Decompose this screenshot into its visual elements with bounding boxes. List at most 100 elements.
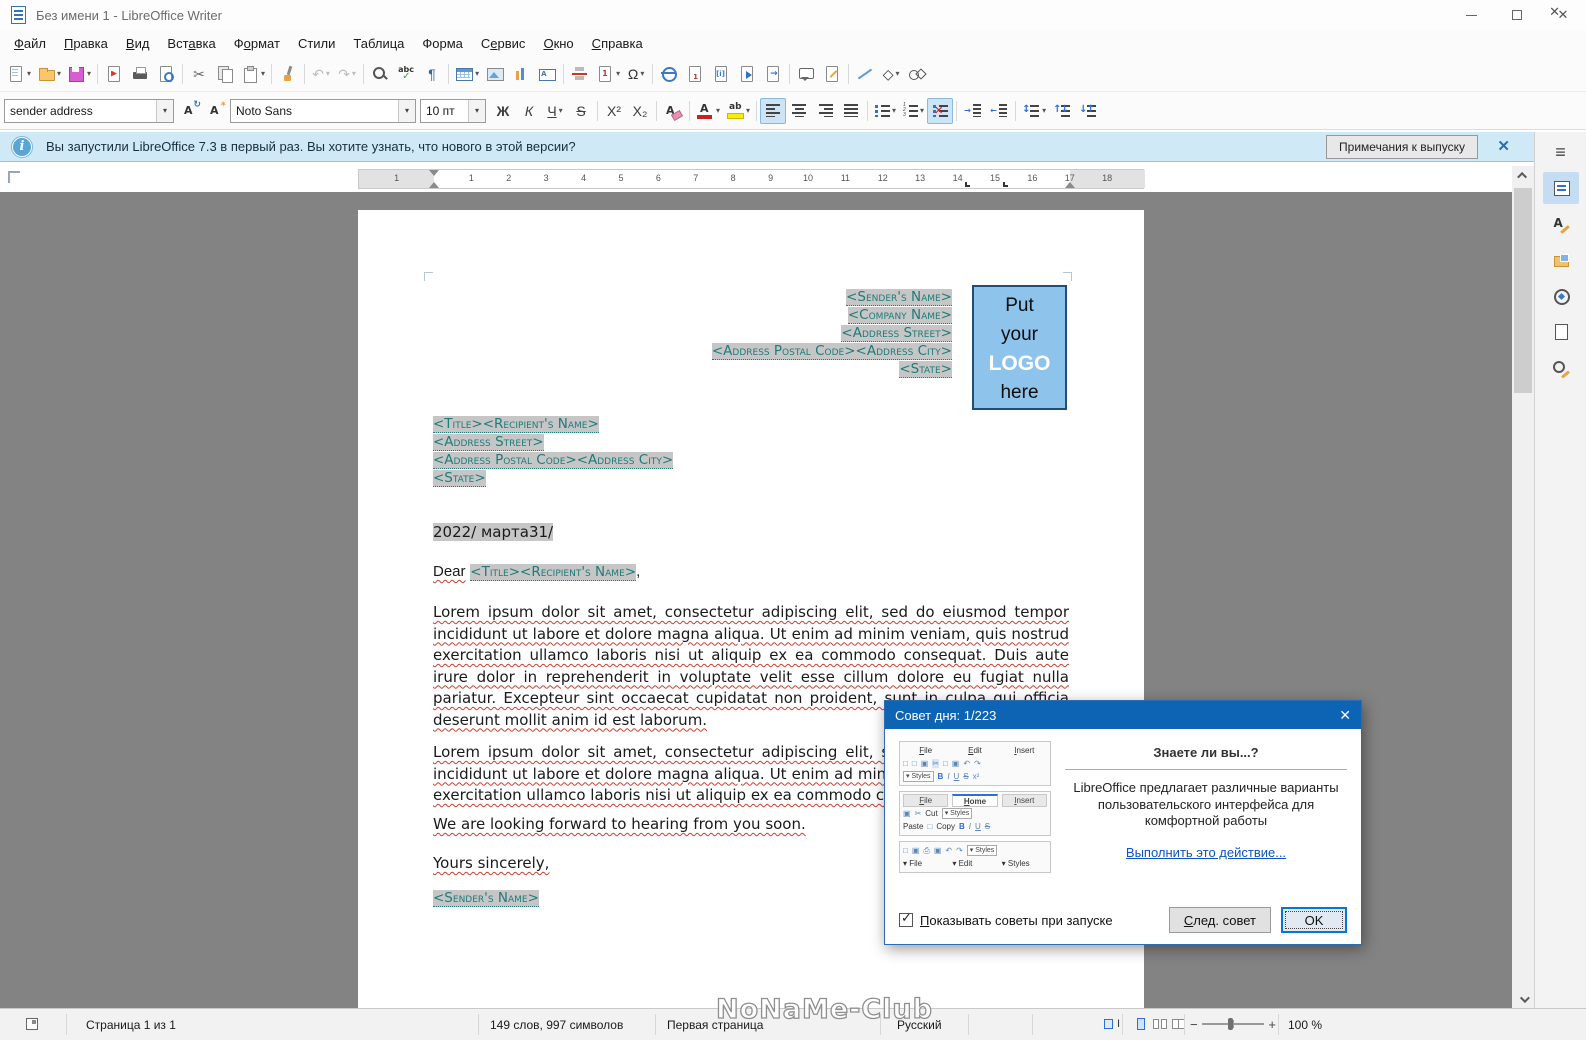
page-number-status[interactable]: Страница 1 из 1 (86, 1018, 176, 1032)
single-page-view-icon[interactable] (1133, 1017, 1149, 1032)
insert-field-button[interactable]: ▾ (593, 61, 623, 87)
update-style-button[interactable] (178, 98, 204, 124)
menu-edit[interactable]: Правка (55, 33, 117, 54)
placeholder-field[interactable]: <Title><Recipient's Name> (433, 416, 599, 433)
placeholder-field[interactable]: <Sender's Name> (846, 289, 952, 306)
clear-formatting-button[interactable] (660, 98, 686, 124)
new-document-dropdown-icon[interactable]: ▾ (27, 69, 31, 78)
zoom-level[interactable]: 100 % (1288, 1018, 1322, 1032)
placeholder-field[interactable]: <Address Postal Code><Address City> (711, 343, 952, 360)
show-tips-checkbox[interactable] (899, 911, 913, 927)
infobar-close-icon[interactable]: ✕ (1497, 137, 1510, 155)
para-space-decrease-button[interactable] (1075, 98, 1101, 124)
cut-button[interactable]: ✂ (186, 61, 212, 87)
menu-tools[interactable]: Сервис (472, 33, 535, 54)
bullet-list-dropdown-icon[interactable]: ▾ (892, 106, 896, 115)
menu-table[interactable]: Таблица (344, 33, 413, 54)
close-document-icon[interactable]: ✕ (1549, 4, 1560, 20)
indent-marker[interactable] (429, 170, 439, 176)
insert-textbox-button[interactable] (534, 61, 560, 87)
maximize-button[interactable] (1494, 0, 1540, 30)
insert-image-button[interactable] (482, 61, 508, 87)
release-notes-button[interactable]: Примечания к выпуску (1326, 135, 1478, 159)
horizontal-ruler[interactable]: 1 1 2 3 4 5 6 7 8 9 10 11 12 13 14 15 16 17 18 (358, 169, 1145, 189)
logo-placeholder[interactable]: Put your LOGO here (972, 285, 1067, 410)
selection-mode-icon[interactable] (1104, 1018, 1120, 1030)
style-dropdown-icon[interactable]: ▾ (156, 99, 173, 122)
new-document-button[interactable]: ▾ (4, 61, 34, 87)
multi-page-view-icon[interactable] (1152, 1017, 1168, 1032)
spelling-button[interactable] (393, 61, 419, 87)
sidebar-style-inspector[interactable] (1543, 352, 1579, 384)
clone-formatting-button[interactable] (275, 61, 301, 87)
line-spacing-dropdown-icon[interactable]: ▾ (1042, 106, 1046, 115)
sidebar-gallery[interactable] (1543, 244, 1579, 276)
placeholder-field[interactable]: <State> (899, 361, 952, 378)
superscript-button[interactable]: X² (601, 98, 627, 124)
scrollbar-thumb[interactable] (1514, 188, 1532, 393)
insert-bookmark-button[interactable] (734, 61, 760, 87)
menu-insert[interactable]: Вставка (158, 33, 224, 54)
menu-window[interactable]: Окно (534, 33, 582, 54)
ok-button[interactable]: OK (1281, 907, 1347, 933)
placeholder-field[interactable]: <Address Street> (841, 325, 952, 342)
special-character-dropdown-icon[interactable]: ▾ (640, 69, 644, 78)
bold-button[interactable]: Ж (490, 98, 516, 124)
save-dropdown-icon[interactable]: ▾ (87, 69, 91, 78)
sidebar-styles[interactable] (1543, 208, 1579, 240)
dialog-close-icon[interactable]: ✕ (1339, 707, 1351, 724)
salutation-line[interactable]: Dear <Title><Recipient's Name>, (433, 562, 640, 581)
dialog-title-bar[interactable]: Совет дня: 1/223 ✕ (885, 701, 1361, 729)
sidebar-sidebar-settings[interactable]: ≡ (1543, 136, 1579, 168)
insert-chart-button[interactable] (508, 61, 534, 87)
menu-view[interactable]: Вид (117, 33, 159, 54)
basic-shapes-dropdown-icon[interactable]: ▾ (895, 69, 899, 78)
sidebar-navigator[interactable] (1543, 280, 1579, 312)
align-right-button[interactable] (812, 98, 838, 124)
paste-dropdown-icon[interactable]: ▾ (261, 69, 265, 78)
insert-field-dropdown-icon[interactable]: ▾ (616, 69, 620, 78)
formatting-marks-button[interactable]: ¶ (419, 61, 445, 87)
draw-functions-button[interactable] (904, 61, 930, 87)
track-changes-button[interactable] (819, 61, 845, 87)
highlight-color-button[interactable]: ▾ (723, 98, 753, 124)
font-color-dropdown-icon[interactable]: ▾ (716, 106, 720, 115)
next-tip-button[interactable]: След. совет (1168, 907, 1271, 933)
tab-stop-marker[interactable] (1003, 182, 1008, 187)
save-button[interactable]: ▾ (64, 61, 94, 87)
numbered-list-dropdown-icon[interactable]: ▾ (920, 106, 924, 115)
insert-table-button[interactable]: ▾ (452, 61, 482, 87)
signoff-line[interactable]: Yours sincerely, (433, 854, 549, 872)
highlight-color-dropdown-icon[interactable]: ▾ (746, 106, 750, 115)
insert-endnote-button[interactable] (708, 61, 734, 87)
date-field[interactable]: 2022/ марта31/ (433, 523, 554, 541)
insert-table-dropdown-icon[interactable]: ▾ (475, 69, 479, 78)
scroll-down-icon[interactable] (1512, 990, 1534, 1008)
menu-file[interactable]: Файл (5, 33, 55, 54)
underline-button[interactable]: Ч ▾ (542, 98, 568, 124)
sidebar-page[interactable] (1543, 316, 1579, 348)
indent-marker[interactable] (429, 182, 439, 188)
redo-button[interactable]: ↷ ▾ (334, 61, 360, 87)
undo-dropdown-icon[interactable]: ▾ (326, 69, 330, 78)
sender-address-block[interactable]: <Sender's Name> <Company Name> <Address St… (711, 288, 952, 378)
paste-button[interactable]: ▾ (238, 61, 268, 87)
menu-styles[interactable]: Стили (289, 33, 344, 54)
insert-footnote-button[interactable] (682, 61, 708, 87)
insert-line-button[interactable] (852, 61, 878, 87)
closing-line[interactable]: We are looking forward to hearing from y… (433, 815, 806, 833)
font-combobox[interactable]: Noto Sans ▾ (230, 98, 416, 123)
tab-stop-marker[interactable] (965, 182, 970, 187)
menu-format[interactable]: Формат (225, 33, 289, 54)
menu-form[interactable]: Форма (413, 33, 472, 54)
find-replace-button[interactable] (367, 61, 393, 87)
font-color-button[interactable]: ▾ (693, 98, 723, 124)
size-dropdown-icon[interactable]: ▾ (468, 99, 485, 122)
copy-button[interactable] (212, 61, 238, 87)
basic-shapes-button[interactable]: ◇ ▾ (878, 61, 904, 87)
para-space-increase-button[interactable] (1049, 98, 1075, 124)
save-status-icon[interactable] (26, 1018, 38, 1030)
page-break-button[interactable] (567, 61, 593, 87)
underline-dropdown-icon[interactable]: ▾ (559, 106, 563, 115)
open-button[interactable]: ▾ (34, 61, 64, 87)
